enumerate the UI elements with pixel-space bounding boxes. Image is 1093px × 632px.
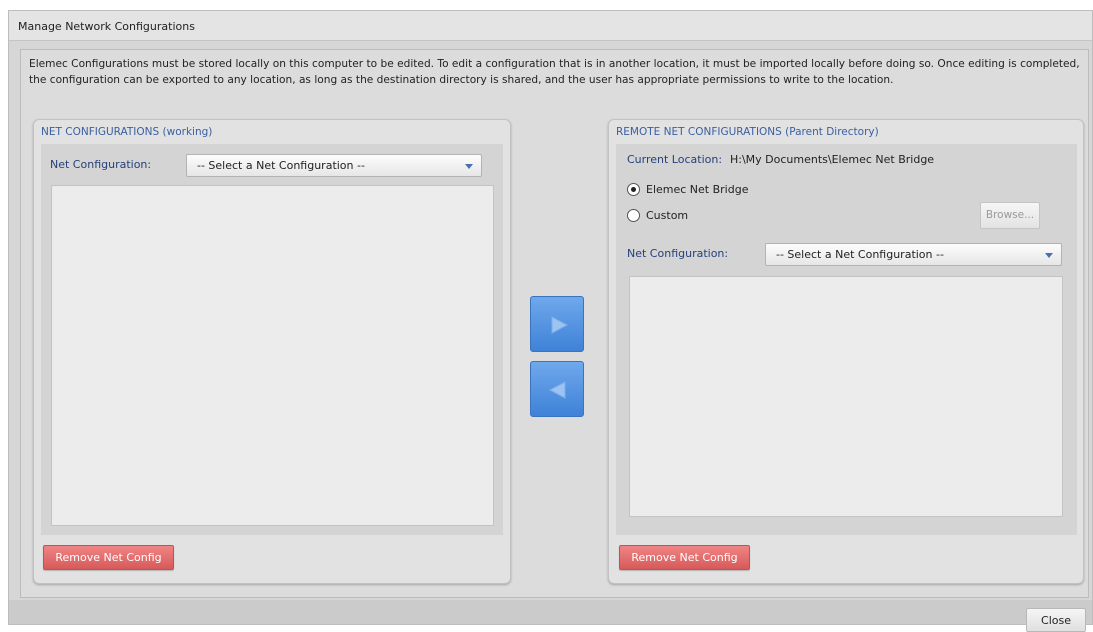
remote-configurations-panel: REMOTE NET CONFIGURATIONS (Parent Direct… bbox=[608, 119, 1084, 584]
export-config-button[interactable] bbox=[530, 296, 584, 352]
current-location-value: H:\My Documents\Elemec Net Bridge bbox=[730, 153, 935, 166]
import-config-button[interactable] bbox=[530, 361, 584, 417]
dialog-footer bbox=[9, 600, 1092, 624]
remove-remote-config-button[interactable]: Remove Net Config bbox=[619, 545, 750, 570]
description-text: Elemec Configurations must be stored loc… bbox=[29, 58, 1080, 86]
remote-configurations-list[interactable] bbox=[629, 276, 1063, 517]
working-panel-header: NET CONFIGURATIONS (working) bbox=[41, 126, 213, 138]
dialog-content: Elemec Configurations must be stored loc… bbox=[20, 49, 1089, 598]
remote-net-configuration-select[interactable]: -- Select a Net Configuration -- bbox=[765, 243, 1062, 266]
arrow-left-icon bbox=[548, 381, 566, 399]
radio-label: Elemec Net Bridge bbox=[646, 183, 749, 196]
remote-panel-header: REMOTE NET CONFIGURATIONS (Parent Direct… bbox=[616, 126, 879, 138]
working-net-configuration-value: -- Select a Net Configuration -- bbox=[197, 159, 365, 172]
radio-button[interactable] bbox=[627, 183, 640, 196]
working-configurations-panel: NET CONFIGURATIONS (working) Net Configu… bbox=[33, 119, 511, 584]
radio-elemec-net-bridge[interactable]: Elemec Net Bridge bbox=[627, 182, 787, 198]
chevron-down-icon bbox=[1045, 253, 1053, 258]
radio-button[interactable] bbox=[627, 209, 640, 222]
arrow-right-icon bbox=[551, 316, 569, 334]
chevron-down-icon bbox=[465, 164, 473, 169]
close-button[interactable]: Close bbox=[1026, 608, 1086, 632]
browse-button[interactable]: Browse... bbox=[980, 202, 1040, 229]
remove-working-config-button[interactable]: Remove Net Config bbox=[43, 545, 174, 570]
dialog-title: Manage Network Configurations bbox=[9, 11, 1092, 41]
manage-network-configurations-dialog: Manage Network Configurations Elemec Con… bbox=[8, 10, 1093, 632]
radio-label: Custom bbox=[646, 209, 689, 222]
remote-net-configuration-value: -- Select a Net Configuration -- bbox=[776, 248, 944, 261]
working-configurations-list[interactable] bbox=[51, 185, 494, 526]
remote-net-configuration-label: Net Configuration: bbox=[627, 247, 729, 260]
working-net-configuration-select[interactable]: -- Select a Net Configuration -- bbox=[186, 154, 482, 177]
current-location-label: Current Location: bbox=[627, 153, 723, 166]
remote-panel-body: Current Location: H:\My Documents\Elemec… bbox=[616, 144, 1077, 535]
radio-selected-dot bbox=[631, 187, 636, 192]
net-configuration-label: Net Configuration: bbox=[50, 158, 152, 171]
working-panel-body: Net Configuration: -- Select a Net Confi… bbox=[41, 144, 503, 535]
radio-custom[interactable]: Custom bbox=[627, 208, 747, 224]
